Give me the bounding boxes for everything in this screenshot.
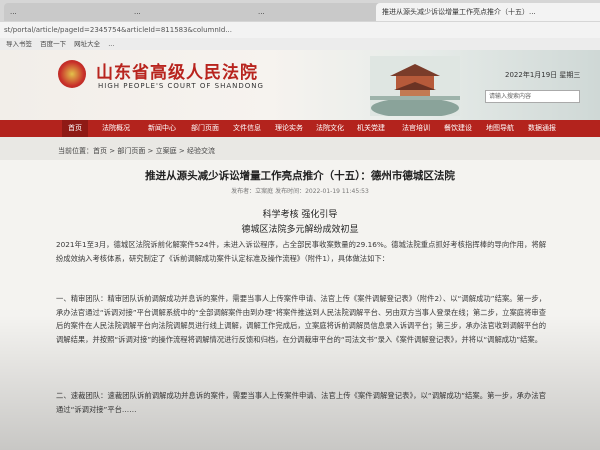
browser-tab[interactable]: ... xyxy=(4,3,136,21)
browser-tab-bar: ... ... ... 推进从源头减少诉讼增量工作亮点推介（十五）... xyxy=(0,0,600,23)
nav-item[interactable]: 餐饮建设 xyxy=(444,120,472,137)
nav-item[interactable]: 机关党建 xyxy=(357,120,385,137)
article-paragraph: 一、精审团队：精审团队诉前调解成功并息诉的案件，需要当事人上传案件申请、法官上传… xyxy=(56,294,546,344)
nav-item[interactable]: 部门页面 xyxy=(191,120,219,137)
article-paragraph: 二、速裁团队：速裁团队诉前调解成功并息诉的案件，需要当事人上传案件申请、法官上传… xyxy=(56,391,546,414)
nav-item[interactable]: 地图导航 xyxy=(486,120,514,137)
court-name-english: HIGH PEOPLE'S COURT OF SHANDONG xyxy=(98,82,264,90)
bookmark-item[interactable]: 百度一下 xyxy=(40,40,66,48)
article-meta: 发布者：立案庭 发布时间：2022-01-19 11:45:53 xyxy=(231,188,369,195)
article-subtitle: 德城区法院多元解纷成效初显 xyxy=(241,225,359,235)
browser-tab-active[interactable]: 推进从源头减少诉讼增量工作亮点推介（十五）... xyxy=(376,3,600,21)
article-subtitle: 科学考核 强化引导 xyxy=(262,210,338,220)
bookmark-item[interactable]: 网址大全 xyxy=(74,40,100,48)
main-nav: 首页 法院概况 新闻中心 部门页面 文件信息 理论实务 法院文化 机关党建 法官… xyxy=(0,120,600,137)
search-input[interactable]: 请输入搜索内容 xyxy=(485,90,580,103)
article-paragraph: 2021年1至3月，德城区法院诉前化解案件524件，未进入诉讼程序，占全部民事收… xyxy=(56,240,546,263)
nav-item[interactable]: 法院概况 xyxy=(102,120,130,137)
article-title: 推进从源头减少诉讼增量工作亮点推介（十五）：德州市德城区法院 xyxy=(145,170,455,182)
browser-tab[interactable]: ... xyxy=(252,3,384,21)
nav-item[interactable]: 法院文化 xyxy=(316,120,344,137)
address-url[interactable]: st/portal/article/pageId=2345754&article… xyxy=(4,22,232,38)
nav-item[interactable]: 新闻中心 xyxy=(148,120,176,137)
address-bar[interactable]: st/portal/article/pageId=2345754&article… xyxy=(0,22,600,39)
pavilion-illustration xyxy=(370,56,460,116)
current-date: 2022年1月19日 星期三 xyxy=(505,71,581,79)
bookmarks-bar: 导入书签 百度一下 网址大全 ... xyxy=(0,38,600,50)
bookmark-item[interactable]: 导入书签 xyxy=(6,40,32,48)
browser-tab[interactable]: ... xyxy=(128,3,260,21)
site-header xyxy=(0,50,600,120)
nav-item[interactable]: 文件信息 xyxy=(233,120,261,137)
nav-item-home[interactable]: 首页 xyxy=(62,120,88,137)
breadcrumb: 当前位置：首页 > 部门页面 > 立案庭 > 经验交流 xyxy=(58,147,215,155)
nav-item[interactable]: 法官培训 xyxy=(402,120,430,137)
court-emblem-icon xyxy=(58,60,86,88)
nav-item[interactable]: 数据通报 xyxy=(528,120,556,137)
screen: ... ... ... 推进从源头减少诉讼增量工作亮点推介（十五）... st/… xyxy=(0,0,600,450)
court-name: 山东省高级人民法院 xyxy=(96,63,258,83)
nav-item[interactable]: 理论实务 xyxy=(275,120,303,137)
bookmark-item[interactable]: ... xyxy=(108,40,114,48)
